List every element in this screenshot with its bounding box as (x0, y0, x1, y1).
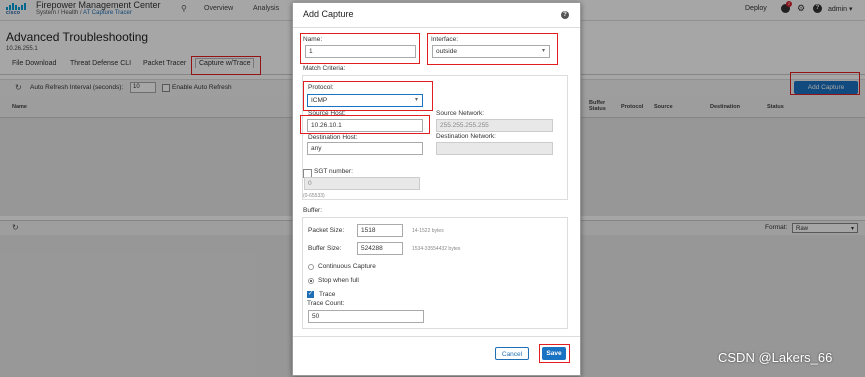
highlight-source-host (300, 115, 430, 134)
highlight-interface (427, 33, 558, 65)
trace-count-label: Trace Count: (307, 300, 345, 307)
sgt-label: SGT number: (314, 168, 353, 175)
destination-network-input[interactable] (436, 142, 553, 155)
stop-when-full-label: Stop when full (318, 277, 359, 284)
cancel-button[interactable]: Cancel (495, 347, 529, 360)
continuous-capture-label: Continuous Capture (318, 263, 376, 270)
continuous-capture-radio[interactable] (308, 264, 314, 270)
destination-host-input[interactable]: any (307, 142, 423, 155)
destination-host-label: Destination Host: (308, 134, 358, 141)
destination-network-label: Destination Network: (436, 133, 496, 140)
source-network-input[interactable]: 255.255.255.255 (436, 119, 553, 132)
divider (293, 336, 580, 337)
sgt-hint: (0-65533) (303, 193, 325, 199)
packet-size-hint: 14-1522 bytes (412, 228, 444, 234)
highlight-save (539, 344, 570, 363)
highlight-name (300, 33, 420, 64)
watermark: CSDN @Lakers_66 (718, 350, 833, 365)
match-criteria-label: Match Criteria: (303, 65, 346, 72)
trace-checkbox[interactable]: ✓ (307, 291, 314, 298)
packet-size-input[interactable]: 1518 (357, 224, 403, 237)
add-capture-dialog: Add Capture ? Name: 1 Interface: outside… (292, 2, 581, 376)
trace-label: Trace (319, 291, 336, 298)
buffer-size-hint: 1534-33554432 bytes (412, 246, 461, 252)
help-icon[interactable]: ? (561, 11, 569, 19)
trace-count-input[interactable]: 50 (308, 310, 424, 323)
packet-size-label: Packet Size: (308, 227, 345, 234)
buffer-label: Buffer: (303, 207, 323, 214)
buffer-size-label: Buffer Size: (308, 245, 342, 252)
sgt-input[interactable]: 0 (304, 177, 420, 190)
divider (293, 27, 580, 28)
buffer-size-input[interactable]: 524288 (357, 242, 403, 255)
stop-when-full-radio[interactable] (308, 278, 314, 284)
dialog-title: Add Capture (303, 9, 354, 19)
source-network-label: Source Network: (436, 110, 485, 117)
highlight-protocol (303, 81, 433, 111)
